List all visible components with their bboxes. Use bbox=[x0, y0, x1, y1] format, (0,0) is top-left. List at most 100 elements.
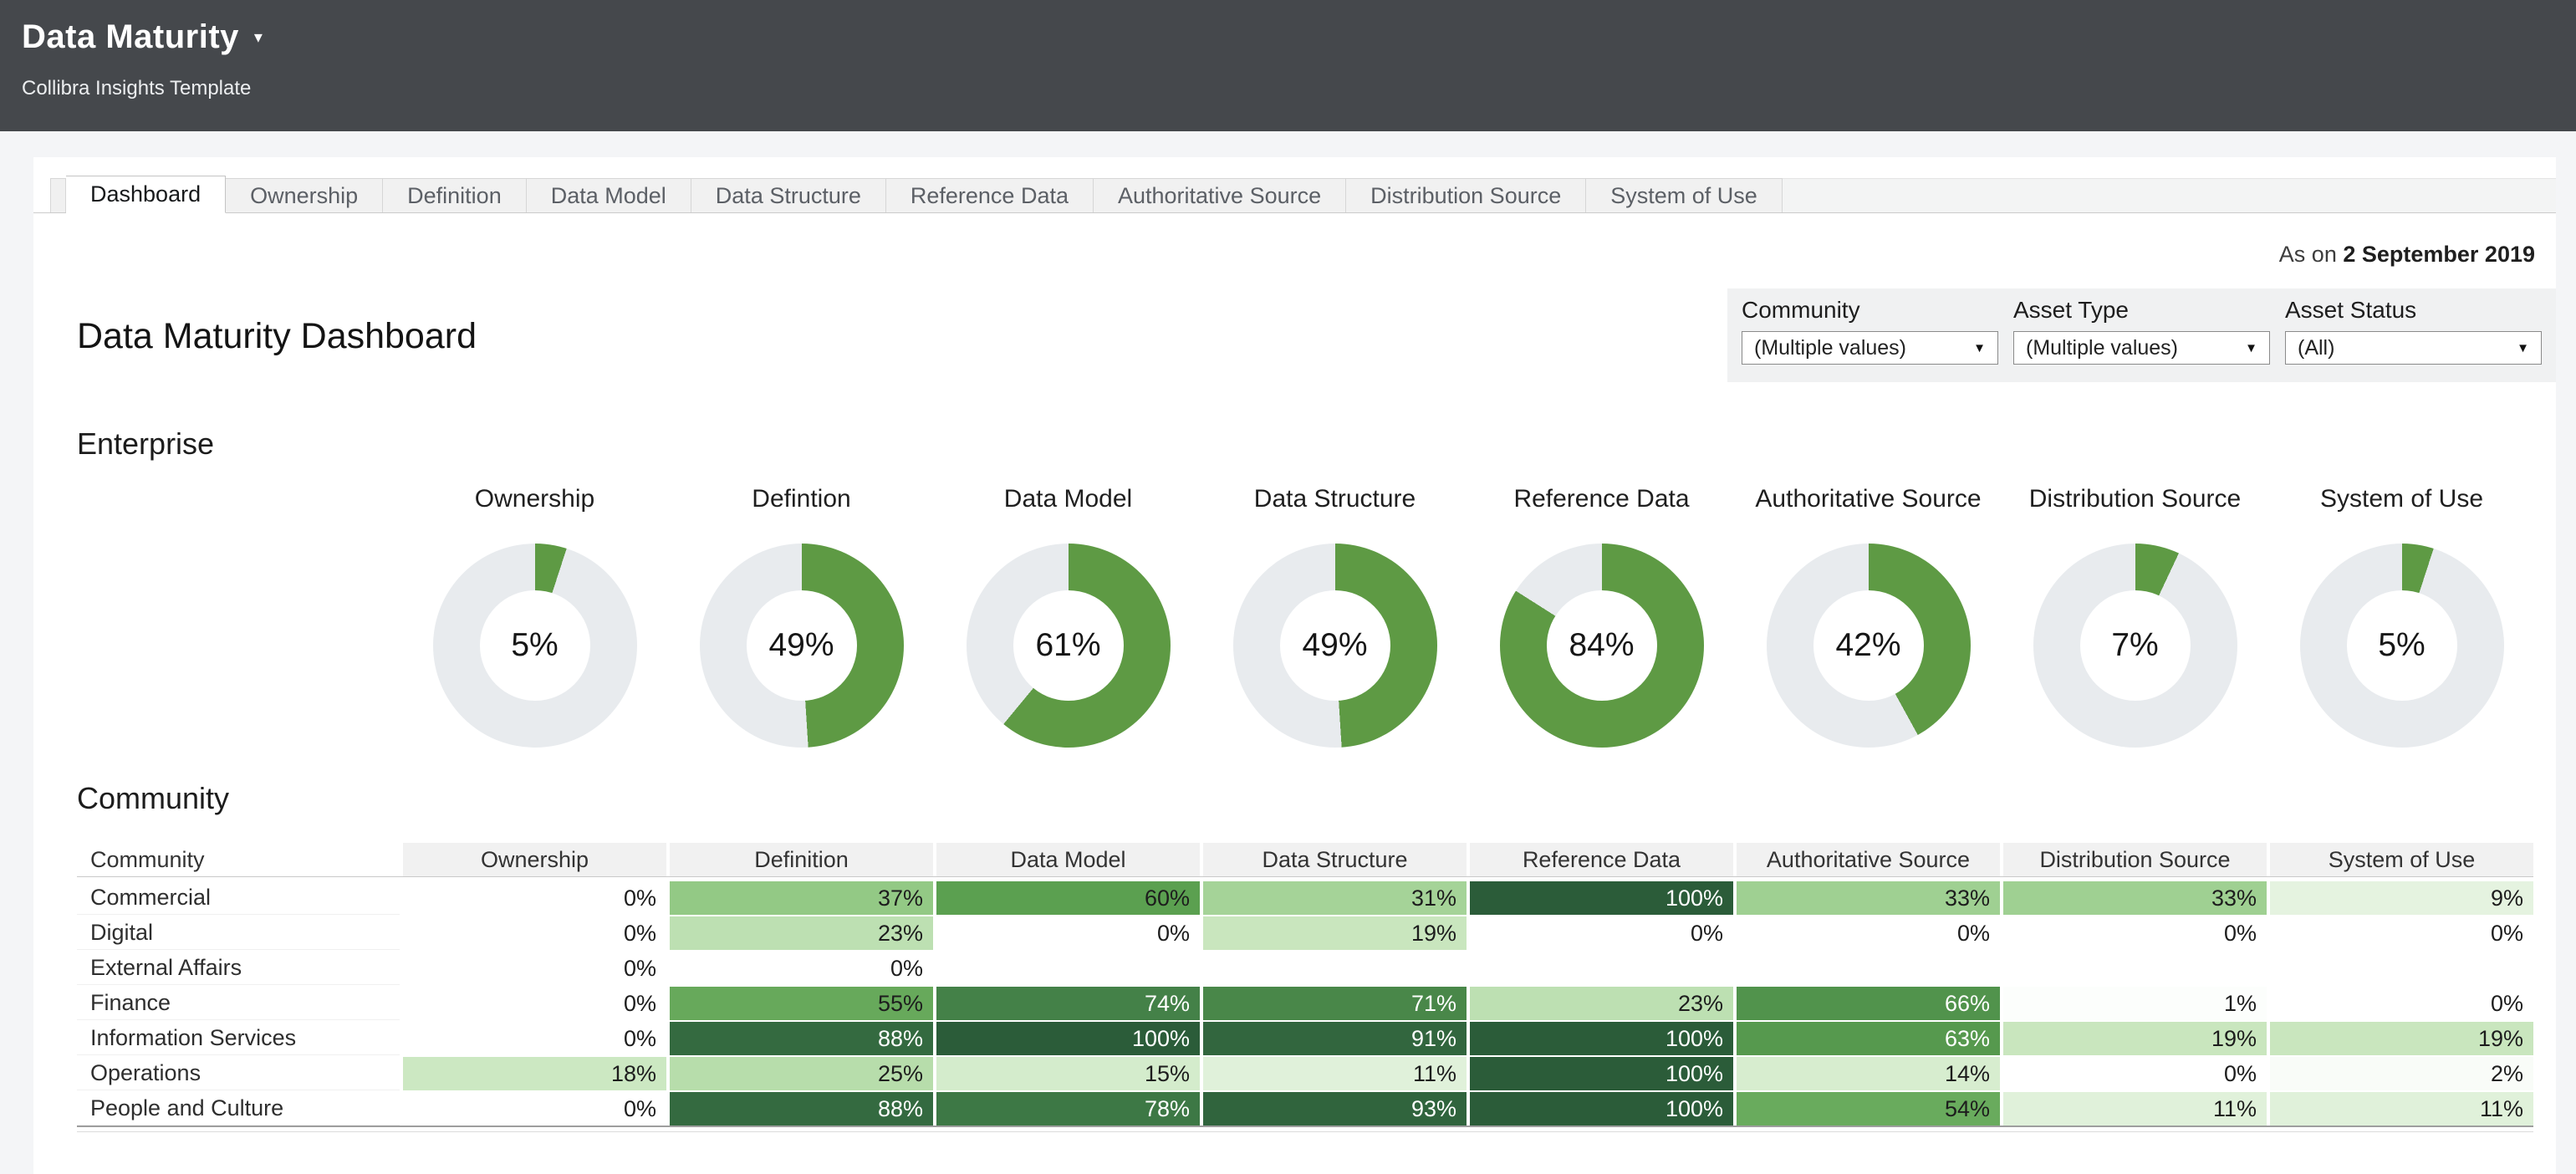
heatmap-cell-information-services-authoritative-source[interactable]: 63% bbox=[1737, 1022, 2000, 1055]
row-label-external-affairs[interactable]: External Affairs bbox=[77, 952, 400, 985]
heatmap-cell-information-services-data-structure[interactable]: 91% bbox=[1203, 1022, 1467, 1055]
heatmap-cell-finance-definition[interactable]: 55% bbox=[670, 987, 933, 1020]
dropdown-caret-icon: ▼ bbox=[2245, 341, 2257, 355]
donut-chart-system-of-use[interactable]: 5% bbox=[2300, 544, 2504, 748]
heatmap-cell-operations-definition[interactable]: 25% bbox=[670, 1057, 933, 1090]
heatmap-cell-operations-system-of-use[interactable]: 2% bbox=[2270, 1057, 2533, 1090]
heatmap-cell-commercial-data-model[interactable]: 60% bbox=[936, 881, 1200, 915]
heatmap-cell-finance-distribution-source[interactable]: 1% bbox=[2003, 987, 2267, 1020]
column-header-community[interactable]: Community bbox=[77, 843, 400, 876]
heatmap-cell-information-services-data-model[interactable]: 100% bbox=[936, 1022, 1200, 1055]
donut-chart-authoritative-source[interactable]: 42% bbox=[1767, 544, 1971, 748]
community-dropdown[interactable]: (Multiple values)▼ bbox=[1742, 331, 1998, 365]
heatmap-cell-digital-system-of-use[interactable]: 0% bbox=[2270, 916, 2533, 950]
heatmap-cell-people-and-culture-data-structure[interactable]: 93% bbox=[1203, 1092, 1467, 1126]
dashboard-card: DashboardOwnershipDefinitionData ModelDa… bbox=[33, 157, 2556, 1174]
heatmap-cell-digital-ownership[interactable]: 0% bbox=[403, 916, 666, 950]
heatmap-cell-operations-authoritative-source[interactable]: 14% bbox=[1737, 1057, 2000, 1090]
heatmap-cell-people-and-culture-data-model[interactable]: 78% bbox=[936, 1092, 1200, 1126]
heatmap-cell-finance-data-model[interactable]: 74% bbox=[936, 987, 1200, 1020]
heatmap-cell-people-and-culture-distribution-source[interactable]: 11% bbox=[2003, 1092, 2267, 1126]
enterprise-donut-grid: Ownership5%Defintion49%Data Model61%Data… bbox=[77, 485, 2533, 748]
donut-chart-data-model[interactable]: 61% bbox=[967, 544, 1171, 748]
heatmap-cell-digital-data-model[interactable]: 0% bbox=[936, 916, 1200, 950]
heatmap-cell-people-and-culture-system-of-use[interactable]: 11% bbox=[2270, 1092, 2533, 1126]
asset-type-dropdown[interactable]: (Multiple values)▼ bbox=[2013, 331, 2270, 365]
heatmap-cell-people-and-culture-reference-data[interactable]: 100% bbox=[1470, 1092, 1733, 1126]
column-header-authoritative-source[interactable]: Authoritative Source bbox=[1737, 843, 2000, 876]
donut-title-authoritative-source: Authoritative Source bbox=[1755, 485, 1981, 518]
heatmap-cell-commercial-system-of-use[interactable]: 9% bbox=[2270, 881, 2533, 915]
donut-chart-defintion[interactable]: 49% bbox=[700, 544, 904, 748]
heatmap-cell-people-and-culture-authoritative-source[interactable]: 54% bbox=[1737, 1092, 2000, 1126]
heatmap-cell-external-affairs-definition[interactable]: 0% bbox=[670, 952, 933, 985]
heatmap-cell-operations-distribution-source[interactable]: 0% bbox=[2003, 1057, 2267, 1090]
column-header-distribution-source[interactable]: Distribution Source bbox=[2003, 843, 2267, 876]
heatmap-cell-finance-system-of-use[interactable]: 0% bbox=[2270, 987, 2533, 1020]
row-label-commercial[interactable]: Commercial bbox=[77, 881, 400, 915]
donut-chart-data-structure[interactable]: 49% bbox=[1233, 544, 1437, 748]
heatmap-cell-commercial-reference-data[interactable]: 100% bbox=[1470, 881, 1733, 915]
column-header-system-of-use[interactable]: System of Use bbox=[2270, 843, 2533, 876]
heatmap-cell-operations-reference-data[interactable]: 100% bbox=[1470, 1057, 1733, 1090]
app-header: Data Maturity ▾ Collibra Insights Templa… bbox=[0, 0, 2576, 131]
heatmap-cell-commercial-distribution-source[interactable]: 33% bbox=[2003, 881, 2267, 915]
heatmap-cell-commercial-authoritative-source[interactable]: 33% bbox=[1737, 881, 2000, 915]
heatmap-cell-external-affairs-distribution-source[interactable] bbox=[2003, 952, 2267, 985]
heatmap-cell-digital-reference-data[interactable]: 0% bbox=[1470, 916, 1733, 950]
heatmap-cell-commercial-ownership[interactable]: 0% bbox=[403, 881, 666, 915]
row-label-information-services[interactable]: Information Services bbox=[77, 1022, 400, 1055]
tab-reference-data[interactable]: Reference Data bbox=[886, 178, 1094, 212]
heatmap-cell-information-services-system-of-use[interactable]: 19% bbox=[2270, 1022, 2533, 1055]
heatmap-cell-operations-data-structure[interactable]: 11% bbox=[1203, 1057, 1467, 1090]
heatmap-cell-people-and-culture-ownership[interactable]: 0% bbox=[403, 1092, 666, 1126]
title-caret-down-icon[interactable]: ▾ bbox=[254, 27, 263, 48]
tab-authoritative-source[interactable]: Authoritative Source bbox=[1094, 178, 1346, 212]
tab-definition[interactable]: Definition bbox=[383, 178, 527, 212]
asset-status-dropdown[interactable]: (All)▼ bbox=[2285, 331, 2542, 365]
heatmap-cell-finance-ownership[interactable]: 0% bbox=[403, 987, 666, 1020]
column-header-data-model[interactable]: Data Model bbox=[936, 843, 1200, 876]
donut-title-system-of-use: System of Use bbox=[2320, 485, 2483, 518]
heatmap-cell-digital-definition[interactable]: 23% bbox=[670, 916, 933, 950]
column-header-reference-data[interactable]: Reference Data bbox=[1470, 843, 1733, 876]
tab-dashboard[interactable]: Dashboard bbox=[66, 176, 226, 213]
column-header-data-structure[interactable]: Data Structure bbox=[1203, 843, 1467, 876]
heatmap-cell-external-affairs-data-model[interactable] bbox=[936, 952, 1200, 985]
heatmap-cell-information-services-definition[interactable]: 88% bbox=[670, 1022, 933, 1055]
heatmap-cell-people-and-culture-definition[interactable]: 88% bbox=[670, 1092, 933, 1126]
heatmap-cell-information-services-ownership[interactable]: 0% bbox=[403, 1022, 666, 1055]
heatmap-cell-external-affairs-authoritative-source[interactable] bbox=[1737, 952, 2000, 985]
donut-chart-ownership[interactable]: 5% bbox=[433, 544, 637, 748]
heatmap-cell-operations-ownership[interactable]: 18% bbox=[403, 1057, 666, 1090]
column-header-definition[interactable]: Definition bbox=[670, 843, 933, 876]
heatmap-cell-external-affairs-ownership[interactable]: 0% bbox=[403, 952, 666, 985]
column-header-ownership[interactable]: Ownership bbox=[403, 843, 666, 876]
heatmap-cell-finance-data-structure[interactable]: 71% bbox=[1203, 987, 1467, 1020]
donut-chart-distribution-source[interactable]: 7% bbox=[2033, 544, 2237, 748]
heatmap-cell-finance-reference-data[interactable]: 23% bbox=[1470, 987, 1733, 1020]
tab-ownership[interactable]: Ownership bbox=[226, 178, 383, 212]
heatmap-cell-information-services-reference-data[interactable]: 100% bbox=[1470, 1022, 1733, 1055]
heatmap-cell-commercial-data-structure[interactable]: 31% bbox=[1203, 881, 1467, 915]
tab-data-model[interactable]: Data Model bbox=[527, 178, 691, 212]
heatmap-cell-external-affairs-system-of-use[interactable] bbox=[2270, 952, 2533, 985]
row-label-people-and-culture[interactable]: People and Culture bbox=[77, 1092, 400, 1126]
row-label-finance[interactable]: Finance bbox=[77, 987, 400, 1020]
tab-data-structure[interactable]: Data Structure bbox=[691, 178, 886, 212]
donut-cell-data-structure: Data Structure49% bbox=[1203, 485, 1467, 748]
row-label-operations[interactable]: Operations bbox=[77, 1057, 400, 1090]
donut-chart-reference-data[interactable]: 84% bbox=[1500, 544, 1704, 748]
heatmap-cell-external-affairs-data-structure[interactable] bbox=[1203, 952, 1467, 985]
heatmap-cell-operations-data-model[interactable]: 15% bbox=[936, 1057, 1200, 1090]
heatmap-cell-digital-distribution-source[interactable]: 0% bbox=[2003, 916, 2267, 950]
heatmap-cell-external-affairs-reference-data[interactable] bbox=[1470, 952, 1733, 985]
heatmap-cell-digital-authoritative-source[interactable]: 0% bbox=[1737, 916, 2000, 950]
heatmap-cell-finance-authoritative-source[interactable]: 66% bbox=[1737, 987, 2000, 1020]
tab-system-of-use[interactable]: System of Use bbox=[1586, 178, 1783, 212]
row-label-digital[interactable]: Digital bbox=[77, 916, 400, 950]
heatmap-cell-digital-data-structure[interactable]: 19% bbox=[1203, 916, 1467, 950]
tab-distribution-source[interactable]: Distribution Source bbox=[1346, 178, 1586, 212]
heatmap-cell-information-services-distribution-source[interactable]: 19% bbox=[2003, 1022, 2267, 1055]
heatmap-cell-commercial-definition[interactable]: 37% bbox=[670, 881, 933, 915]
